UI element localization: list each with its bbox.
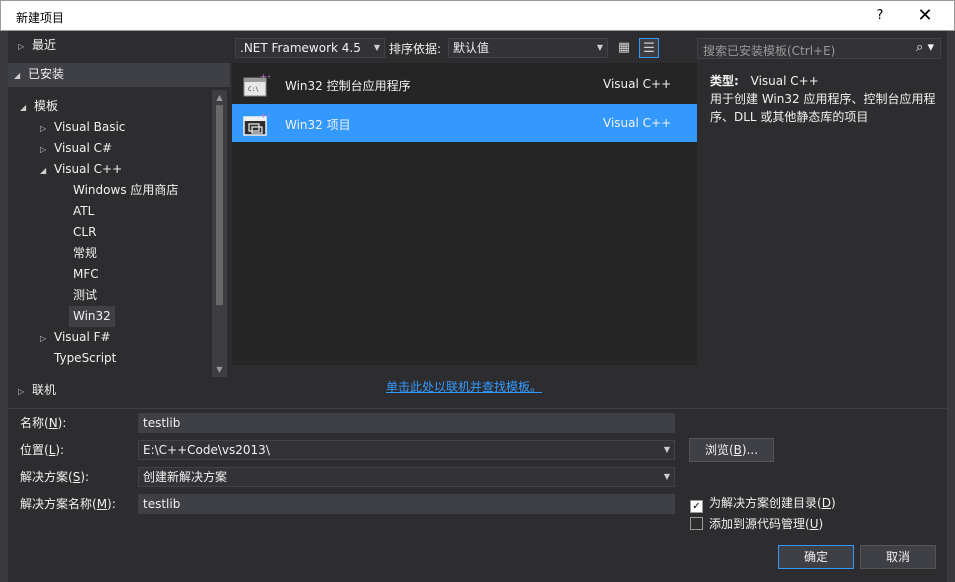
help-button[interactable]: ? — [867, 4, 893, 28]
svg-text:C:\: C:\ — [248, 86, 259, 93]
type-label: 类型: — [710, 74, 739, 88]
add-source-control-checkbox[interactable]: 添加到源代码管理(U) — [690, 515, 823, 533]
tree-item-installed[interactable]: ◢ 已安装 — [14, 64, 64, 85]
window-edge-right — [947, 31, 955, 582]
tree-item-label: Visual F# — [54, 330, 111, 344]
browse-button[interactable]: 浏览(B)... — [689, 438, 774, 462]
tree-item-label: 最近 — [32, 38, 57, 52]
search-box[interactable]: 搜索已安装模板(Ctrl+E) ⌕ ▾ — [697, 38, 941, 59]
template-row-win32[interactable]: ++ Win32 项目 Visual C++ — [232, 104, 697, 142]
svg-text:++: ++ — [260, 72, 270, 81]
solution-name-label: 解决方案名称(M): — [20, 497, 116, 511]
template-description: 用于创建 Win32 应用程序、控制台应用程序、DLL 或其他静态库的项目 — [710, 92, 936, 124]
online-templates-link[interactable]: 单击此处以联机并查找模板。 — [386, 378, 542, 395]
tree-item-clr[interactable]: CLR — [73, 222, 96, 243]
checkmark-icon[interactable]: ✓ — [690, 500, 703, 513]
tree-item-label: 联机 — [32, 383, 57, 397]
console-app-icon: C:\ ++ — [243, 72, 270, 97]
search-icon[interactable]: ⌕ ▾ — [916, 40, 934, 55]
template-language: Visual C++ — [603, 116, 672, 130]
tree-item-visual-basic[interactable]: ▷ Visual Basic — [40, 117, 125, 138]
tree-item-test[interactable]: 测试 — [73, 285, 97, 306]
chevron-right-icon: ▷ — [40, 145, 47, 154]
location-dropdown[interactable]: E:\C++Code\vs2013\ ▼ — [138, 440, 675, 460]
list-view-icon[interactable]: ☰ — [639, 38, 659, 58]
search-input[interactable]: 搜索已安装模板(Ctrl+E) — [703, 42, 835, 59]
tree-item-visual-csharp[interactable]: ▷ Visual C# — [40, 138, 112, 159]
template-name: Win32 控制台应用程序 — [285, 79, 411, 93]
cancel-button[interactable]: 取消 — [860, 545, 936, 569]
location-label: 位置(L): — [20, 443, 65, 457]
tree-item-general[interactable]: 常规 — [73, 243, 97, 264]
framework-value: .NET Framework 4.5 — [240, 41, 361, 55]
sort-value: 默认值 — [453, 41, 490, 55]
tree-scrollbar[interactable]: ▲ ▼ — [212, 90, 227, 377]
tree-item-atl[interactable]: ATL — [73, 201, 94, 222]
location-value: E:\C++Code\vs2013\ — [143, 443, 270, 457]
template-name: Win32 项目 — [285, 118, 351, 132]
tree-item-visual-fsharp[interactable]: ▷ Visual F# — [40, 327, 111, 348]
ok-button[interactable]: 确定 — [778, 545, 854, 569]
tree-item-label: Visual C++ — [54, 162, 123, 176]
framework-dropdown[interactable]: .NET Framework 4.5 ▼ — [235, 38, 385, 58]
checkbox-empty-icon[interactable] — [690, 517, 703, 530]
template-row-console[interactable]: C:\ ++ Win32 控制台应用程序 Visual C++ — [232, 65, 697, 103]
chevron-down-icon: ▼ — [596, 43, 603, 52]
type-value: Visual C++ — [750, 74, 819, 88]
tree-item-typescript[interactable]: TypeScript — [54, 348, 116, 369]
title-bar: 新建项目 ? ✕ — [0, 0, 955, 31]
template-language: Visual C++ — [603, 77, 672, 91]
tree-item-label: Visual C# — [54, 141, 113, 155]
scroll-down-icon[interactable]: ▼ — [212, 362, 227, 377]
sort-label: 排序依据: — [389, 42, 442, 56]
window-edge-left — [0, 31, 8, 582]
tree-item-label: 已安装 — [28, 67, 65, 81]
create-directory-checkbox[interactable]: ✓ 为解决方案创建目录(D) — [690, 494, 836, 513]
tree-item-online[interactable]: ▷ 联机 — [18, 380, 56, 401]
chevron-right-icon: ▷ — [40, 124, 47, 133]
tree-item-recent[interactable]: ▷ 最近 — [18, 35, 56, 56]
chevron-down-icon: ◢ — [20, 103, 27, 112]
chevron-down-icon: ▼ — [373, 43, 380, 52]
solution-label: 解决方案(S): — [20, 470, 90, 484]
tree-item-templates[interactable]: ◢ 模板 — [20, 96, 58, 117]
chevron-down-icon: ◢ — [40, 166, 47, 175]
template-description-panel: 类型: Visual C++ 用于创建 Win32 应用程序、控制台应用程序、D… — [710, 72, 940, 126]
chevron-down-icon: ▼ — [663, 472, 670, 481]
close-button[interactable]: ✕ — [907, 4, 943, 28]
scroll-up-icon[interactable]: ▲ — [212, 90, 227, 105]
chevron-right-icon: ▷ — [18, 42, 25, 51]
chevron-down-icon: ▼ — [663, 445, 670, 454]
sort-dropdown[interactable]: 默认值 ▼ — [448, 38, 608, 58]
tree-item-visual-cpp[interactable]: ◢ Visual C++ — [40, 159, 122, 180]
grid-view-icon[interactable]: ▦ — [614, 38, 634, 58]
solution-name-input[interactable]: testlib — [138, 494, 675, 514]
template-list: C:\ ++ Win32 控制台应用程序 Visual C++ ++ Win32… — [232, 63, 697, 365]
name-label: 名称(N): — [20, 416, 67, 430]
chevron-down-icon: ◢ — [14, 71, 21, 80]
solution-dropdown[interactable]: 创建新解决方案 ▼ — [138, 467, 675, 487]
name-input[interactable]: testlib — [138, 413, 675, 433]
tree-item-windows-store[interactable]: Windows 应用商店 — [73, 180, 178, 201]
window-title: 新建项目 — [16, 11, 65, 25]
tree-item-win32[interactable]: Win32 — [69, 306, 115, 327]
chevron-right-icon: ▷ — [18, 387, 25, 396]
scrollbar-thumb[interactable] — [216, 105, 223, 305]
win32-project-icon: ++ — [243, 111, 270, 136]
svg-text:++: ++ — [260, 111, 270, 120]
tree-item-mfc[interactable]: MFC — [73, 264, 99, 285]
solution-value: 创建新解决方案 — [143, 470, 228, 484]
tree-item-label: Visual Basic — [54, 120, 126, 134]
tree-item-label: 模板 — [34, 99, 59, 113]
chevron-right-icon: ▷ — [40, 334, 47, 343]
